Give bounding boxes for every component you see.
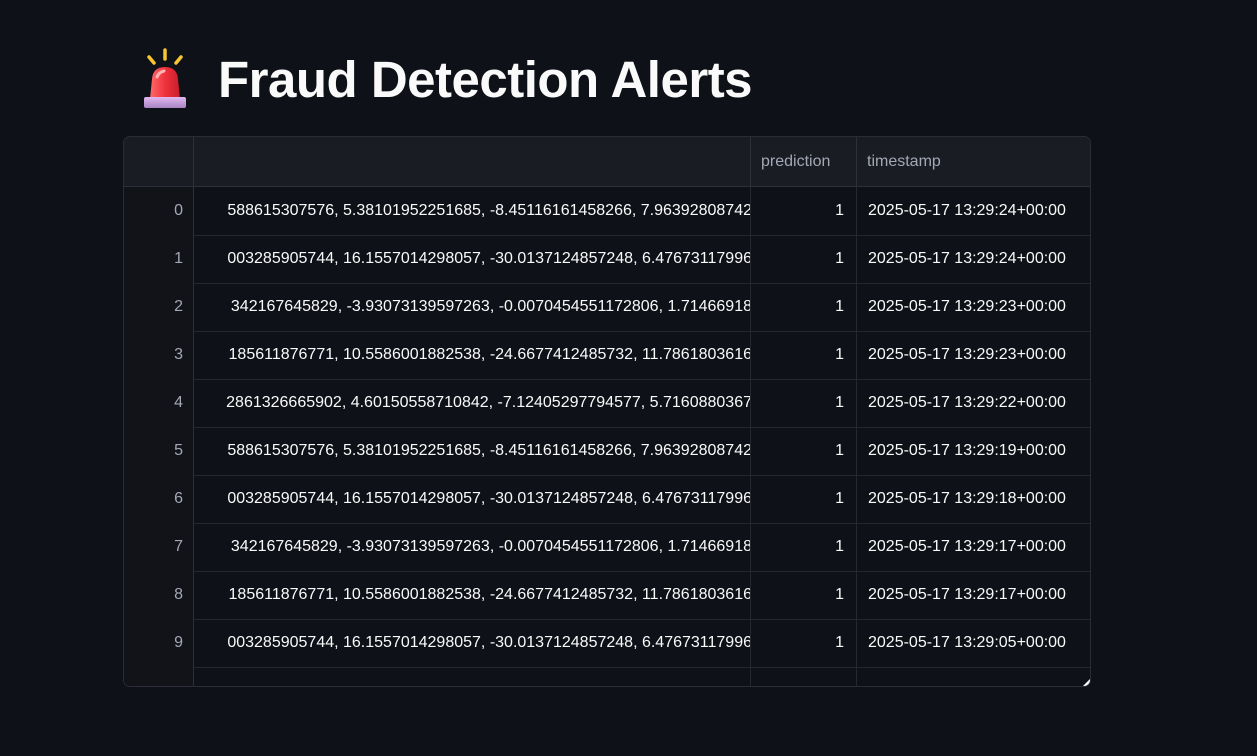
timestamp-cell[interactable]: 2025-05-17 13:29:19+00:00 xyxy=(857,427,1090,475)
timestamp-cell[interactable]: 2025-05-17 13:29:17+00:00 xyxy=(857,571,1090,619)
prediction-cell[interactable] xyxy=(751,667,857,686)
prediction-cell[interactable]: 1 xyxy=(751,523,857,571)
features-cell[interactable]: 588615307576, 5.38101952251685, -8.45116… xyxy=(194,187,751,235)
timestamp-cell[interactable]: 2025-05-17 13:29:22+00:00 xyxy=(857,379,1090,427)
prediction-cell[interactable]: 1 xyxy=(751,571,857,619)
timestamp-cell[interactable]: 2025-05-17 13:29:23+00:00 xyxy=(857,283,1090,331)
row-index xyxy=(124,667,194,686)
features-cell[interactable]: 342167645829, -3.93073139597263, -0.0070… xyxy=(194,523,751,571)
features-cell[interactable]: 003285905744, 16.1557014298057, -30.0137… xyxy=(194,235,751,283)
features-cell[interactable] xyxy=(194,667,751,686)
timestamp-cell[interactable]: 2025-05-17 13:29:17+00:00 xyxy=(857,523,1090,571)
row-index: 5 xyxy=(124,427,194,475)
page-header: Fraud Detection Alerts xyxy=(138,44,753,114)
row-index: 9 xyxy=(124,619,194,667)
alerts-dataframe[interactable]: prediction timestamp 0 588615307576, 5.3… xyxy=(123,136,1091,687)
timestamp-cell[interactable]: 2025-05-17 13:29:24+00:00 xyxy=(857,235,1090,283)
table-row[interactable]: 1 003285905744, 16.1557014298057, -30.01… xyxy=(124,235,1090,284)
resize-handle[interactable] xyxy=(1083,679,1090,686)
row-index: 2 xyxy=(124,283,194,331)
timestamp-cell[interactable]: 2025-05-17 13:29:18+00:00 xyxy=(857,475,1090,523)
table-row[interactable]: 2 342167645829, -3.93073139597263, -0.00… xyxy=(124,283,1090,332)
features-cell[interactable]: 588615307576, 5.38101952251685, -8.45116… xyxy=(194,427,751,475)
table-header: prediction timestamp xyxy=(124,137,1090,187)
timestamp-cell[interactable]: 2025-05-17 13:29:24+00:00 xyxy=(857,187,1090,235)
prediction-cell[interactable]: 1 xyxy=(751,187,857,235)
table-row[interactable]: 8 185611876771, 10.5586001882538, -24.66… xyxy=(124,571,1090,620)
row-index: 3 xyxy=(124,331,194,379)
row-index: 7 xyxy=(124,523,194,571)
features-cell[interactable]: 185611876771, 10.5586001882538, -24.6677… xyxy=(194,331,751,379)
row-index: 6 xyxy=(124,475,194,523)
prediction-cell[interactable]: 1 xyxy=(751,475,857,523)
table-row[interactable]: 9 003285905744, 16.1557014298057, -30.01… xyxy=(124,619,1090,668)
prediction-cell[interactable]: 1 xyxy=(751,331,857,379)
features-cell[interactable]: 185611876771, 10.5586001882538, -24.6677… xyxy=(194,571,751,619)
features-cell[interactable]: 003285905744, 16.1557014298057, -30.0137… xyxy=(194,475,751,523)
app-page: Fraud Detection Alerts prediction timest… xyxy=(0,0,1257,756)
row-index: 0 xyxy=(124,187,194,235)
siren-icon xyxy=(144,48,186,108)
prediction-cell[interactable]: 1 xyxy=(751,283,857,331)
header-prediction[interactable]: prediction xyxy=(751,137,857,186)
header-timestamp[interactable]: timestamp xyxy=(857,137,1090,186)
timestamp-cell[interactable]: 2025-05-17 13:29:23+00:00 xyxy=(857,331,1090,379)
prediction-cell[interactable]: 1 xyxy=(751,427,857,475)
table-row[interactable]: 3 185611876771, 10.5586001882538, -24.66… xyxy=(124,331,1090,380)
features-cell[interactable]: 2861326665902, 4.60150558710842, -7.1240… xyxy=(194,379,751,427)
header-index[interactable] xyxy=(124,137,194,186)
prediction-cell[interactable]: 1 xyxy=(751,619,857,667)
row-index: 8 xyxy=(124,571,194,619)
table-row[interactable]: 4 2861326665902, 4.60150558710842, -7.12… xyxy=(124,379,1090,428)
table-row[interactable]: 0 588615307576, 5.38101952251685, -8.451… xyxy=(124,187,1090,236)
features-cell[interactable]: 342167645829, -3.93073139597263, -0.0070… xyxy=(194,283,751,331)
row-index: 1 xyxy=(124,235,194,283)
table-row[interactable]: 6 003285905744, 16.1557014298057, -30.01… xyxy=(124,475,1090,524)
page-title: Fraud Detection Alerts xyxy=(218,50,753,108)
timestamp-cell[interactable]: 2025-05-17 13:29:05+00:00 xyxy=(857,619,1090,667)
features-cell[interactable]: 003285905744, 16.1557014298057, -30.0137… xyxy=(194,619,751,667)
table-row[interactable]: 5 588615307576, 5.38101952251685, -8.451… xyxy=(124,427,1090,476)
prediction-cell[interactable]: 1 xyxy=(751,235,857,283)
header-features[interactable] xyxy=(194,137,751,186)
timestamp-cell[interactable] xyxy=(857,667,1090,686)
row-index: 4 xyxy=(124,379,194,427)
table-row-partial[interactable] xyxy=(124,667,1090,686)
table-row[interactable]: 7 342167645829, -3.93073139597263, -0.00… xyxy=(124,523,1090,572)
prediction-cell[interactable]: 1 xyxy=(751,379,857,427)
